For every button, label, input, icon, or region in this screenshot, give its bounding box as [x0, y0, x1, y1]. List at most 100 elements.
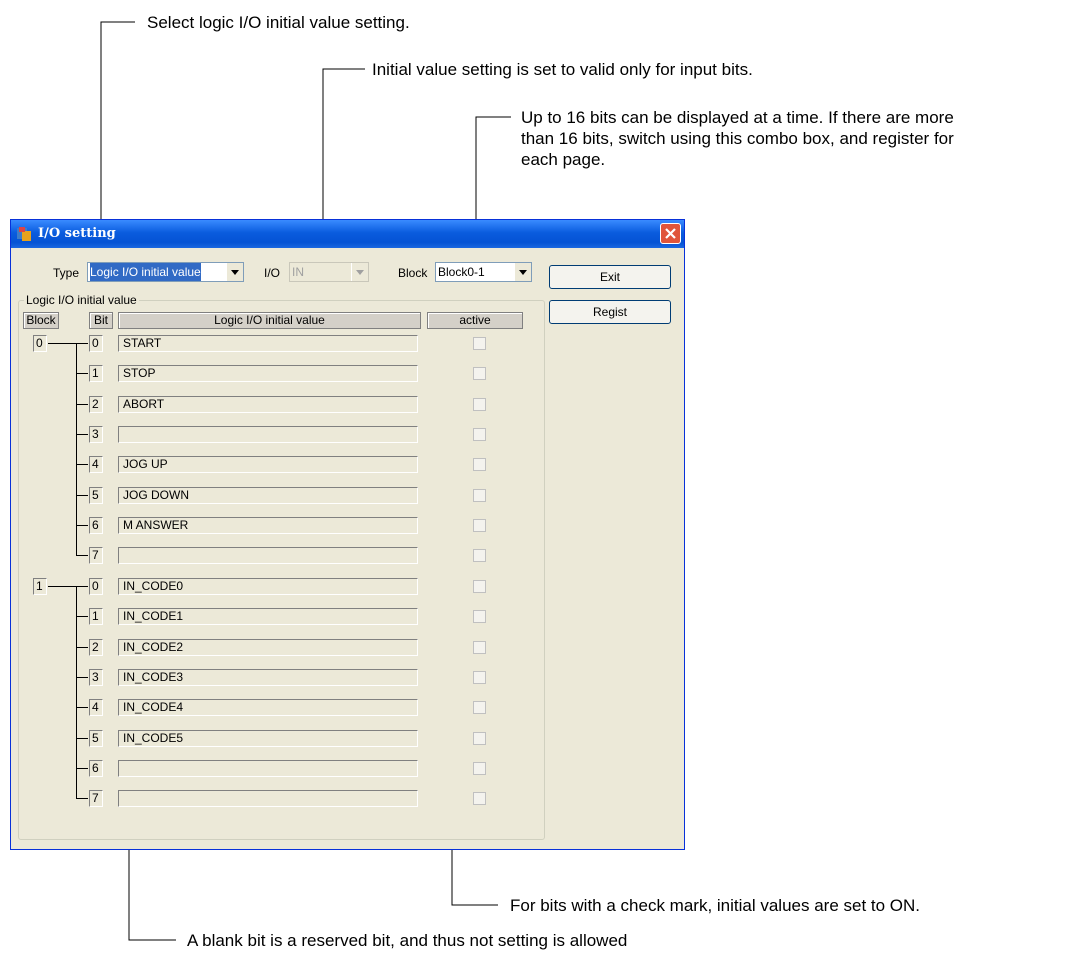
- io-combo: IN: [289, 262, 369, 282]
- header-block: Block: [23, 312, 59, 329]
- bit-number: 3: [89, 668, 103, 686]
- tree-branch: [76, 737, 88, 739]
- active-checkbox[interactable]: [473, 488, 486, 502]
- bit-number: 2: [89, 638, 103, 656]
- title-bar[interactable]: I/O setting: [11, 220, 684, 248]
- bit-value-field[interactable]: STOP: [118, 365, 418, 383]
- active-checkbox[interactable]: [473, 367, 486, 381]
- tree-branch: [76, 434, 88, 436]
- header-value: Logic I/O initial value: [118, 312, 421, 329]
- window-title: I/O setting: [38, 226, 116, 241]
- bit-value-field[interactable]: [118, 790, 418, 808]
- bit-value-field[interactable]: [118, 547, 418, 565]
- tree-line: [76, 343, 77, 556]
- bit-value-field[interactable]: JOG UP: [118, 456, 418, 474]
- bit-number: 4: [89, 456, 103, 474]
- bit-value-field[interactable]: IN_CODE3: [118, 668, 418, 686]
- bit-number: 1: [89, 365, 103, 383]
- group-title: Logic I/O initial value: [24, 293, 139, 307]
- io-setting-window: I/O setting Type Logic I/O initial value…: [10, 219, 685, 850]
- bit-number: 5: [89, 729, 103, 747]
- tree-branch: [76, 494, 88, 496]
- active-checkbox[interactable]: [473, 519, 486, 533]
- active-checkbox[interactable]: [473, 701, 486, 715]
- active-checkbox[interactable]: [473, 458, 486, 472]
- bit-value-field[interactable]: IN_CODE1: [118, 608, 418, 626]
- active-checkbox[interactable]: [473, 549, 486, 563]
- block-combo-value: Block0-1: [438, 265, 485, 279]
- active-checkbox[interactable]: [473, 792, 486, 806]
- bit-number: 2: [89, 395, 103, 413]
- callout-block-line2: than 16 bits, switch using this combo bo…: [521, 129, 954, 148]
- active-checkbox[interactable]: [473, 397, 486, 411]
- chevron-down-icon[interactable]: [226, 263, 243, 281]
- active-checkbox[interactable]: [473, 428, 486, 442]
- header-active: active: [427, 312, 523, 329]
- bit-number: 0: [89, 577, 103, 595]
- bit-number: 0: [89, 335, 103, 352]
- tree-branch: [76, 555, 88, 557]
- tree-branch: [76, 373, 88, 375]
- bit-number: 1: [89, 608, 103, 626]
- bit-number: 3: [89, 426, 103, 444]
- tree-branch: [76, 798, 88, 800]
- close-button[interactable]: [660, 223, 681, 244]
- bit-value-field[interactable]: IN_CODE2: [118, 638, 418, 656]
- bit-value-field[interactable]: IN_CODE5: [118, 729, 418, 747]
- tree-branch: [76, 767, 88, 769]
- close-icon: [665, 228, 676, 239]
- bit-number: 6: [89, 517, 103, 535]
- bit-value-field[interactable]: ABORT: [118, 395, 418, 413]
- bit-number: 6: [89, 759, 103, 777]
- exit-button[interactable]: Exit: [549, 265, 671, 289]
- tree-branch: [76, 464, 88, 466]
- active-checkbox[interactable]: [473, 731, 486, 745]
- tree-line: [76, 585, 77, 799]
- tree-branch: [76, 676, 88, 678]
- bit-number: 7: [89, 790, 103, 808]
- bit-value-field[interactable]: JOG DOWN: [118, 486, 418, 504]
- callout-type: Select logic I/O initial value setting.: [147, 13, 410, 32]
- bit-value-field[interactable]: IN_CODE4: [118, 699, 418, 717]
- block-label: Block: [398, 266, 428, 280]
- type-combo[interactable]: Logic I/O initial value: [87, 262, 244, 282]
- bit-number: 5: [89, 486, 103, 504]
- regist-button[interactable]: Regist: [549, 300, 671, 324]
- callout-block: Up to 16 bits can be displayed at a time…: [521, 107, 954, 170]
- callout-blank: A blank bit is a reserved bit, and thus …: [187, 931, 628, 950]
- block-number: 1: [33, 577, 47, 595]
- chevron-down-icon: [351, 263, 368, 281]
- block-number: 0: [33, 335, 47, 352]
- type-combo-value: Logic I/O initial value: [90, 263, 201, 281]
- tree-branch: [76, 403, 88, 405]
- io-label: I/O: [264, 266, 281, 280]
- active-checkbox[interactable]: [473, 610, 486, 624]
- callout-check: For bits with a check mark, initial valu…: [510, 896, 921, 915]
- bit-value-field[interactable]: M ANSWER: [118, 517, 418, 535]
- active-checkbox[interactable]: [473, 337, 486, 350]
- active-checkbox[interactable]: [473, 640, 486, 654]
- callout-block-line3: each page.: [521, 150, 606, 169]
- chevron-down-icon[interactable]: [514, 263, 531, 281]
- callout-io: Initial value setting is set to valid on…: [372, 60, 753, 79]
- bit-value-field[interactable]: [118, 426, 418, 444]
- bit-value-field[interactable]: IN_CODE0: [118, 577, 418, 595]
- tree-branch: [76, 525, 88, 527]
- bit-value-field[interactable]: START: [118, 335, 418, 352]
- active-checkbox[interactable]: [473, 579, 486, 593]
- tree-connector: [48, 585, 88, 587]
- io-combo-value: IN: [292, 265, 304, 279]
- active-checkbox[interactable]: [473, 670, 486, 684]
- tree-branch: [76, 616, 88, 618]
- bit-number: 7: [89, 547, 103, 565]
- tree-branch: [76, 646, 88, 648]
- tree-connector: [48, 343, 88, 344]
- header-bit: Bit: [89, 312, 113, 329]
- tree-branch: [76, 707, 88, 709]
- bit-number: 4: [89, 699, 103, 717]
- block-combo[interactable]: Block0-1: [435, 262, 532, 282]
- type-label: Type: [53, 266, 80, 280]
- app-icon: [17, 227, 31, 241]
- active-checkbox[interactable]: [473, 761, 486, 775]
- bit-value-field[interactable]: [118, 759, 418, 777]
